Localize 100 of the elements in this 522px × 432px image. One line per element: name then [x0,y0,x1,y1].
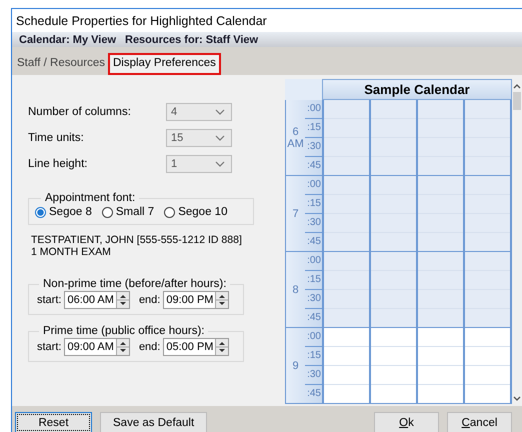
time-slot[interactable] [371,119,416,138]
time-slot[interactable] [465,214,510,233]
time-slot[interactable] [371,366,416,385]
dialog-button[interactable]: Ok [374,412,439,432]
dropdown[interactable]: 4 [166,103,232,121]
hour-label: 6 [292,126,299,138]
time-slot[interactable] [371,290,416,309]
dialog-button[interactable]: Cancel [447,412,512,432]
spin-arrows-icon[interactable] [116,292,129,308]
time-slot[interactable] [418,252,463,271]
time-slot[interactable] [324,366,369,385]
time-slot[interactable] [324,347,369,366]
resources-label: Resources for: Staff View [125,34,258,46]
dropdown[interactable]: 15 [166,129,232,147]
minute-label: :15 [305,119,322,138]
time-slot[interactable] [371,176,416,195]
minute-label: :30 [305,138,322,157]
radio-option[interactable]: Segoe 8 [35,206,92,218]
time-slot[interactable] [371,328,416,347]
time-slot[interactable] [324,195,369,214]
time-slot[interactable] [324,214,369,233]
scroll-thumb[interactable] [513,92,521,110]
chevron-icon [215,109,225,115]
time-slot[interactable] [324,252,369,271]
spin-arrows-icon[interactable] [116,339,129,355]
time-slot[interactable] [418,328,463,347]
time-slot[interactable] [465,271,510,290]
minute-label: :15 [305,347,322,366]
scroll-down-icon[interactable] [513,396,521,402]
time-slot[interactable] [418,195,463,214]
time-slot[interactable] [465,119,510,138]
group-label: Non-prime time (before/after hours): [42,278,228,290]
minute-label: :30 [305,366,322,385]
dialog-button[interactable]: Save as Default [100,412,208,432]
time-slot[interactable] [324,138,369,157]
time-slot[interactable] [465,157,510,175]
time-slot[interactable] [418,214,463,233]
time-slot[interactable] [418,347,463,366]
minute-label: :00 [305,176,322,195]
time-slot[interactable] [371,385,416,403]
time-field[interactable]: 05:00 PM [163,338,230,356]
time-slot[interactable] [371,271,416,290]
time-field[interactable]: 09:00 AM [64,338,130,356]
time-slot[interactable] [418,157,463,175]
setting-label: Number of columns: [28,106,132,118]
time-slot[interactable] [371,157,416,175]
time-slot[interactable] [465,176,510,195]
time-slot[interactable] [324,271,369,290]
time-slot[interactable] [465,195,510,214]
spin-arrows-icon[interactable] [215,339,228,355]
time-slot[interactable] [371,347,416,366]
time-slot[interactable] [324,309,369,327]
time-slot[interactable] [418,233,463,251]
time-slot[interactable] [324,290,369,309]
time-slot[interactable] [465,233,510,251]
time-slot[interactable] [324,328,369,347]
time-slot[interactable] [418,119,463,138]
spin-arrows-icon[interactable] [215,292,228,308]
hour-label: 7 [292,208,299,220]
time-slot[interactable] [418,138,463,157]
group-label: Prime time (public office hours): [42,325,206,337]
time-slot[interactable] [418,271,463,290]
time-slot[interactable] [465,366,510,385]
time-slot[interactable] [418,290,463,309]
time-slot[interactable] [371,138,416,157]
time-slot[interactable] [324,176,369,195]
time-slot[interactable] [465,100,510,119]
time-slot[interactable] [465,252,510,271]
time-slot[interactable] [418,176,463,195]
time-slot[interactable] [324,233,369,251]
time-slot[interactable] [465,347,510,366]
time-slot[interactable] [418,309,463,327]
time-slot[interactable] [324,100,369,119]
time-slot[interactable] [371,100,416,119]
time-slot[interactable] [324,157,369,175]
time-slot[interactable] [418,100,463,119]
time-slot[interactable] [418,385,463,403]
time-slot[interactable] [465,309,510,327]
minute-label: :00 [305,328,322,347]
dropdown[interactable]: 1 [166,155,232,173]
time-slot[interactable] [465,138,510,157]
setting-label: Time units: [28,132,85,144]
tab[interactable]: Display Preferences [108,53,221,75]
radio-option[interactable]: Small 7 [102,206,154,218]
time-slot[interactable] [371,214,416,233]
tab[interactable]: Staff / Resources [14,53,108,75]
scroll-up-icon[interactable] [513,83,521,89]
time-slot[interactable] [371,252,416,271]
radio-option[interactable]: Segoe 10 [164,206,228,218]
time-slot[interactable] [371,309,416,327]
time-slot[interactable] [418,366,463,385]
time-slot[interactable] [324,385,369,403]
time-field[interactable]: 09:00 PM [163,291,230,309]
time-slot[interactable] [465,328,510,347]
time-slot[interactable] [371,233,416,251]
dialog-button[interactable]: Reset [15,412,92,432]
time-slot[interactable] [465,290,510,309]
time-slot[interactable] [324,119,369,138]
time-slot[interactable] [371,195,416,214]
time-field[interactable]: 06:00 AM [64,291,130,309]
